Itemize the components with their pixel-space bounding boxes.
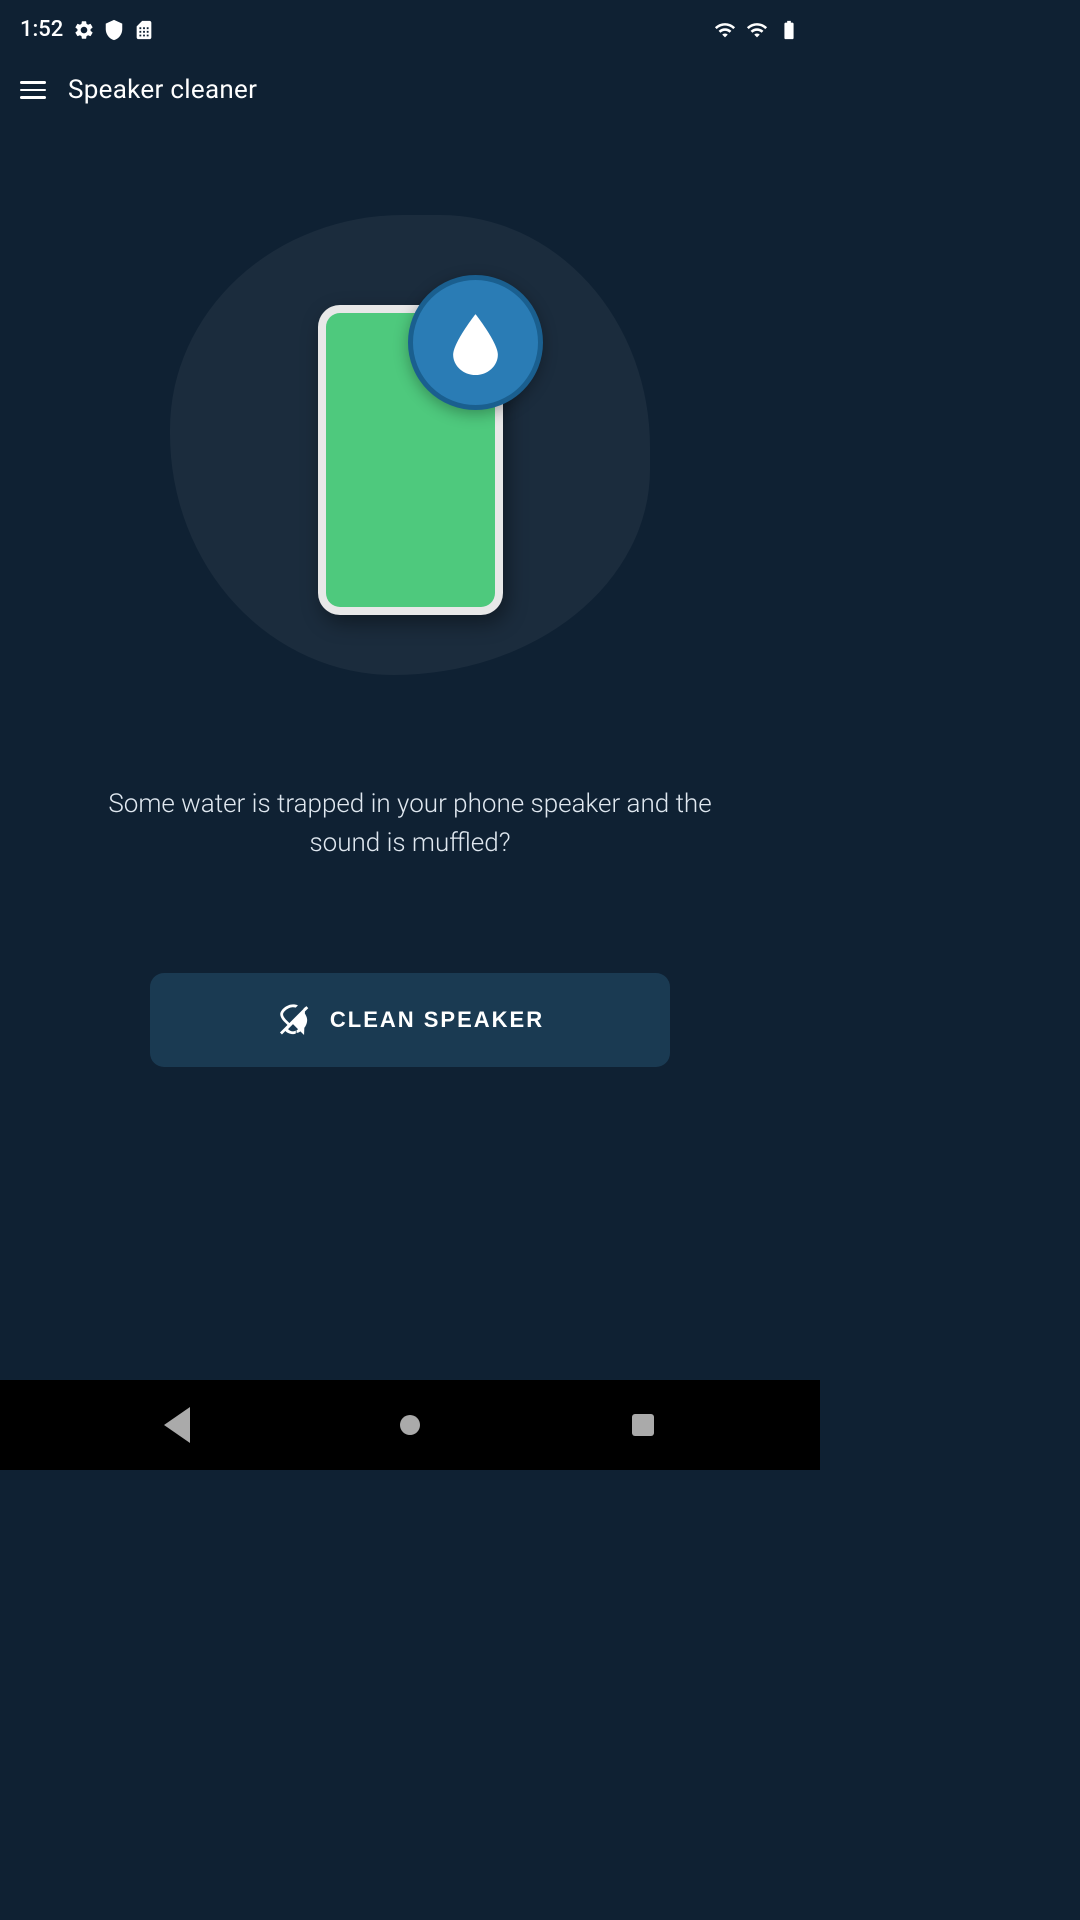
security-icon xyxy=(103,19,125,41)
clean-button-label: CLEAN SPEAKER xyxy=(330,1007,544,1033)
home-button[interactable] xyxy=(388,1403,432,1447)
recent-icon xyxy=(632,1414,654,1436)
status-left: 1:52 xyxy=(20,17,155,42)
app-title: Speaker cleaner xyxy=(68,75,257,105)
wifi-icon xyxy=(714,19,736,41)
signal-icon xyxy=(746,19,768,41)
status-time: 1:52 xyxy=(20,17,63,42)
description-text: Some water is trapped in your phone spea… xyxy=(60,785,760,863)
main-content: Some water is trapped in your phone spea… xyxy=(0,125,820,1087)
status-icons xyxy=(73,19,155,41)
water-drop-icon xyxy=(443,310,508,375)
app-bar: Speaker cleaner xyxy=(0,55,820,125)
clean-speaker-button[interactable]: CLEAN SPEAKER xyxy=(150,973,670,1067)
status-right xyxy=(714,19,800,41)
menu-icon[interactable] xyxy=(20,81,46,99)
battery-icon xyxy=(778,19,800,41)
back-button[interactable] xyxy=(155,1403,199,1447)
illustration-container xyxy=(130,165,690,725)
no-water-icon xyxy=(276,1003,310,1037)
back-icon xyxy=(164,1407,190,1443)
water-drop-circle xyxy=(408,275,543,410)
settings-icon xyxy=(73,19,95,41)
recent-button[interactable] xyxy=(621,1403,665,1447)
nav-bar xyxy=(0,1380,820,1470)
status-bar: 1:52 xyxy=(0,0,820,55)
sim-icon xyxy=(133,19,155,41)
phone-illustration xyxy=(318,305,503,615)
home-icon xyxy=(400,1415,420,1435)
